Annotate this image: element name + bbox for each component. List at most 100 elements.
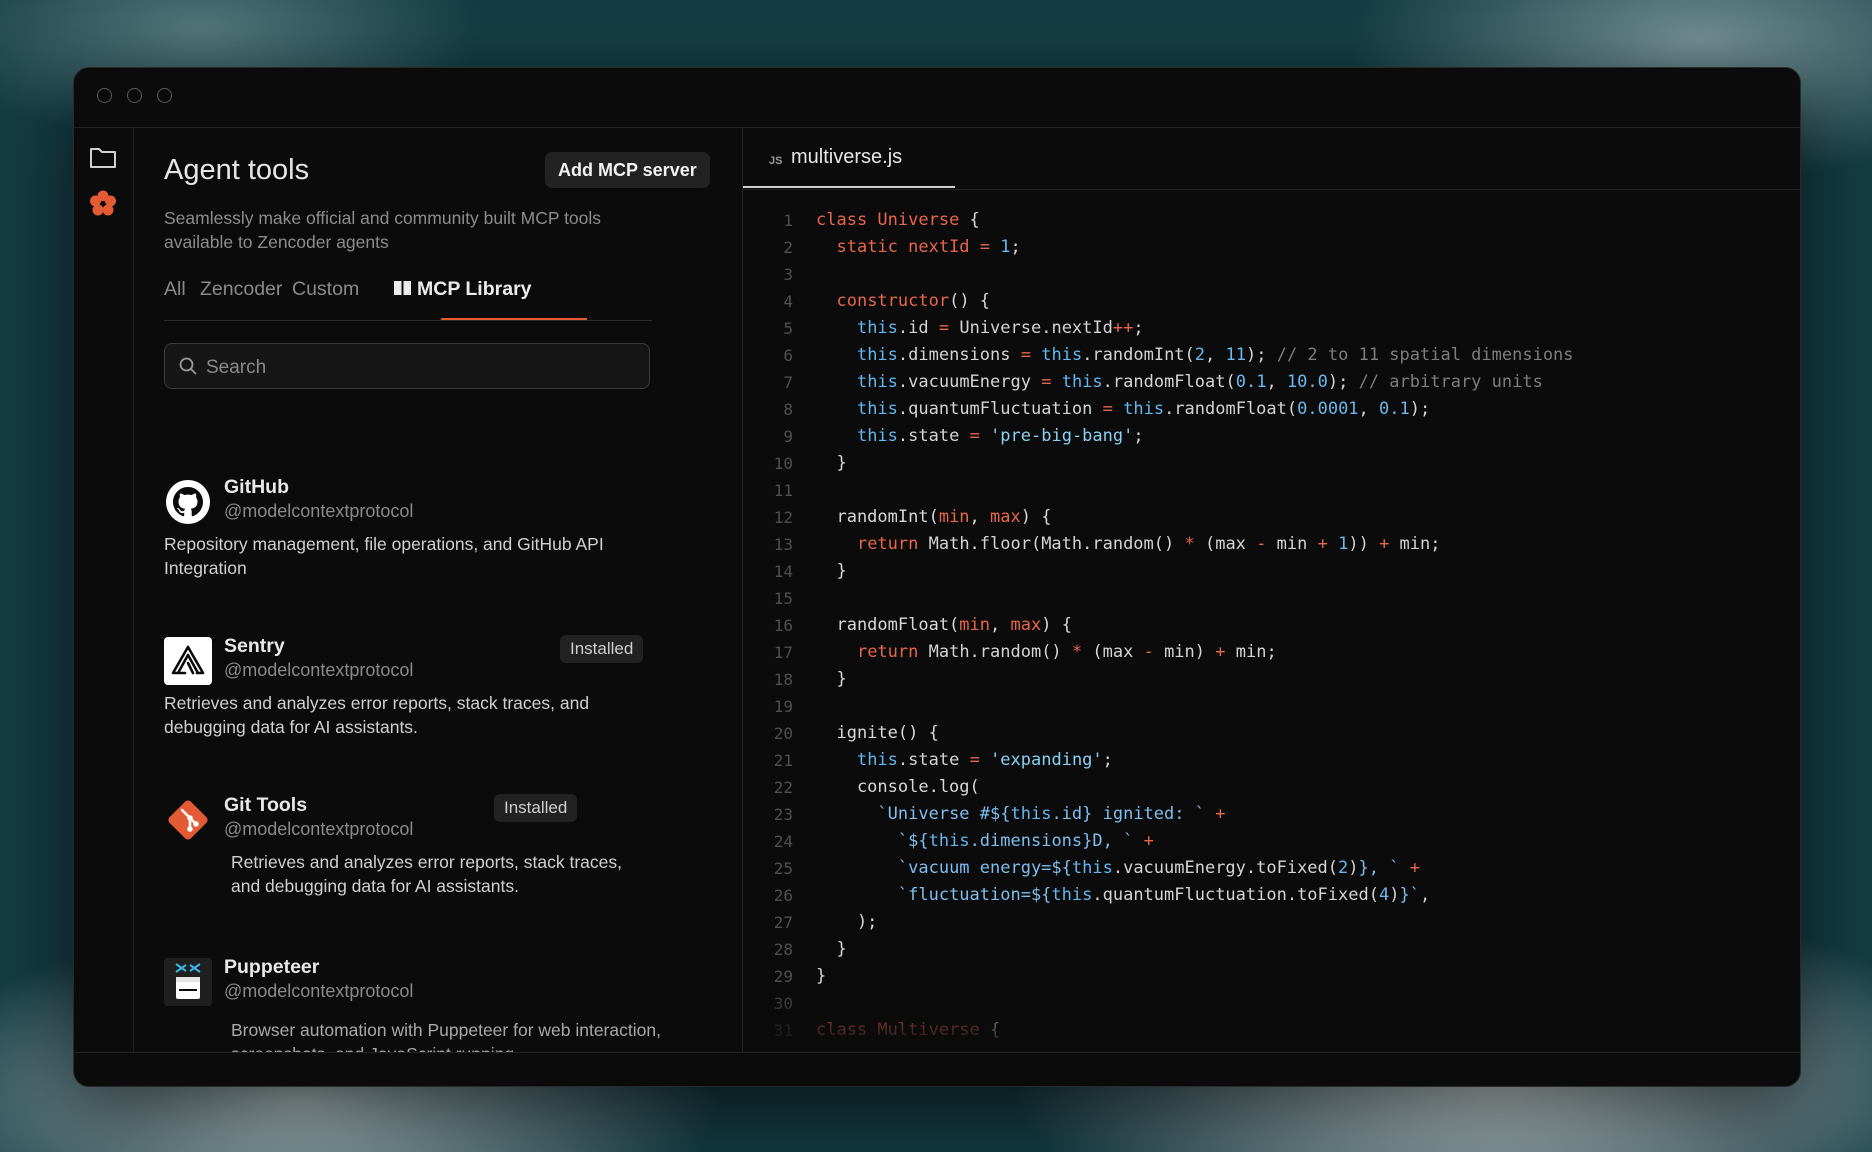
line-number: 19 xyxy=(773,697,793,716)
code-fade xyxy=(743,982,1800,1052)
code-text: } xyxy=(816,939,847,959)
line-number: 14 xyxy=(773,562,793,581)
tab-mcp-library[interactable]: MCP Library xyxy=(394,278,532,302)
line-number: 7 xyxy=(783,373,793,392)
code-text: } xyxy=(816,453,847,473)
server-handle: @modelcontextprotocol xyxy=(224,660,414,680)
server-item-sentry[interactable]: Sentry Installed @modelcontextprotocol R… xyxy=(164,629,684,779)
folder-icon[interactable] xyxy=(88,142,118,172)
code-text: console.log( xyxy=(816,777,980,797)
tab-zencoder[interactable]: Zencoder xyxy=(200,278,282,301)
line-number: 8 xyxy=(783,400,793,419)
line-number: 21 xyxy=(773,751,793,770)
search-input[interactable]: Search xyxy=(164,343,650,389)
server-handle: @modelcontextprotocol xyxy=(224,501,414,521)
line-number: 10 xyxy=(773,454,793,473)
search-placeholder: Search xyxy=(206,357,267,378)
code-text: this.id = Universe.nextId++; xyxy=(856,318,1144,338)
server-description: Repository management, file operations, … xyxy=(164,534,604,578)
code-text: class Universe { xyxy=(816,210,980,230)
installed-badge: Installed xyxy=(560,635,644,663)
git-icon xyxy=(164,796,212,844)
line-number: 12 xyxy=(773,508,793,527)
line-number: 16 xyxy=(773,616,793,635)
server-handle: @modelcontextprotocol xyxy=(224,819,414,839)
line-number: 27 xyxy=(773,913,793,932)
activity-rail xyxy=(74,128,134,1052)
book-icon xyxy=(394,279,411,302)
line-number: 13 xyxy=(773,535,793,554)
server-name: Git Tools xyxy=(224,794,308,816)
line-number: 24 xyxy=(773,832,793,851)
code-text: this.state = 'expanding'; xyxy=(856,750,1113,770)
installed-badge: Installed xyxy=(494,794,578,822)
js-file-icon: JS xyxy=(769,155,783,167)
title-bar xyxy=(74,68,1800,128)
line-number: 1 xyxy=(783,211,793,230)
tab-all[interactable]: All xyxy=(164,278,186,301)
code-text: } xyxy=(816,669,847,689)
file-tab-multiverse[interactable]: JS multiverse.js xyxy=(743,128,955,188)
code-text: `fluctuation=${this.quantumFluctuation.t… xyxy=(897,885,1431,905)
tab-custom[interactable]: Custom xyxy=(292,278,359,301)
code-text: static nextId = 1; xyxy=(836,237,1021,257)
line-number: 25 xyxy=(773,859,793,878)
server-item-github[interactable]: GitHub @modelcontextprotocol Repository … xyxy=(164,470,684,620)
server-name: Sentry xyxy=(224,635,285,657)
minimize-window-button[interactable] xyxy=(127,88,142,103)
line-number: 20 xyxy=(773,724,793,743)
line-number: 22 xyxy=(773,778,793,797)
line-number: 9 xyxy=(783,427,793,446)
code-text: return Math.random() * (max - min) + min… xyxy=(856,642,1277,662)
code-text: this.vacuumEnergy = this.randomFloat(0.1… xyxy=(856,372,1543,392)
line-number: 18 xyxy=(773,670,793,689)
panel-subtitle: Seamlessly make official and community b… xyxy=(164,208,602,252)
close-window-button[interactable] xyxy=(97,88,112,103)
panel-title: Agent tools xyxy=(164,154,310,186)
line-number: 3 xyxy=(783,265,793,284)
line-number: 23 xyxy=(773,805,793,824)
code-text: constructor() { xyxy=(836,291,991,311)
sentry-icon xyxy=(164,637,212,685)
code-text: ); xyxy=(816,912,878,932)
server-description: Retrieves and analyzes error reports, st… xyxy=(164,693,590,737)
maximize-window-button[interactable] xyxy=(157,88,172,103)
server-name: GitHub xyxy=(224,476,289,498)
active-tab-indicator xyxy=(441,318,587,320)
tab-mcp-library-label: MCP Library xyxy=(417,278,532,300)
status-bar xyxy=(74,1052,1800,1086)
code-text: `Universe #${this.id} ignited: ` + xyxy=(877,804,1226,824)
line-number: 2 xyxy=(783,238,793,257)
code-text: `${this.dimensions}D, ` + xyxy=(897,831,1154,851)
line-number: 4 xyxy=(783,292,793,311)
line-number: 28 xyxy=(773,940,793,959)
server-item-git-tools[interactable]: Git Tools Installed @modelcontextprotoco… xyxy=(164,788,684,938)
editor-tab-divider xyxy=(743,189,1800,190)
line-number: 15 xyxy=(773,589,793,608)
search-icon xyxy=(179,357,197,375)
tab-bar: All Zencoder Custom MCP Library xyxy=(164,278,652,321)
server-name: Puppeteer xyxy=(224,956,320,978)
app-window: Agent tools Add MCP server Seamlessly ma… xyxy=(73,67,1801,1087)
puppeteer-icon xyxy=(164,958,212,1006)
code-text: `vacuum energy=${this.vacuumEnergy.toFix… xyxy=(897,858,1420,878)
zencoder-logo-icon[interactable] xyxy=(88,188,118,218)
line-number: 26 xyxy=(773,886,793,905)
server-item-puppeteer[interactable]: Puppeteer @modelcontextprotocol Browser … xyxy=(164,950,684,1052)
code-text: this.quantumFluctuation = this.randomFlo… xyxy=(856,399,1431,419)
server-description: Retrieves and analyzes error reports, st… xyxy=(231,852,622,896)
line-number: 11 xyxy=(773,481,793,500)
code-text: ignite() { xyxy=(816,723,939,743)
code-area[interactable]: 1 class Universe {2 static nextId = 1; 3 4 … xyxy=(743,207,1800,1052)
server-handle: @modelcontextprotocol xyxy=(224,981,414,1001)
github-icon xyxy=(164,478,212,526)
code-editor: JS multiverse.js 1 class Universe { 2 stat… xyxy=(743,128,1800,1052)
line-number: 6 xyxy=(783,346,793,365)
code-text: } xyxy=(816,561,847,581)
add-mcp-server-button[interactable]: Add MCP server xyxy=(545,152,710,188)
agent-tools-panel: Agent tools Add MCP server Seamlessly ma… xyxy=(134,128,743,1052)
line-number: 17 xyxy=(773,643,793,662)
code-text: return Math.floor(Math.random() * (max -… xyxy=(856,534,1441,554)
line-number: 5 xyxy=(783,319,793,338)
code-text: randomFloat(min, max) { xyxy=(816,615,1072,635)
